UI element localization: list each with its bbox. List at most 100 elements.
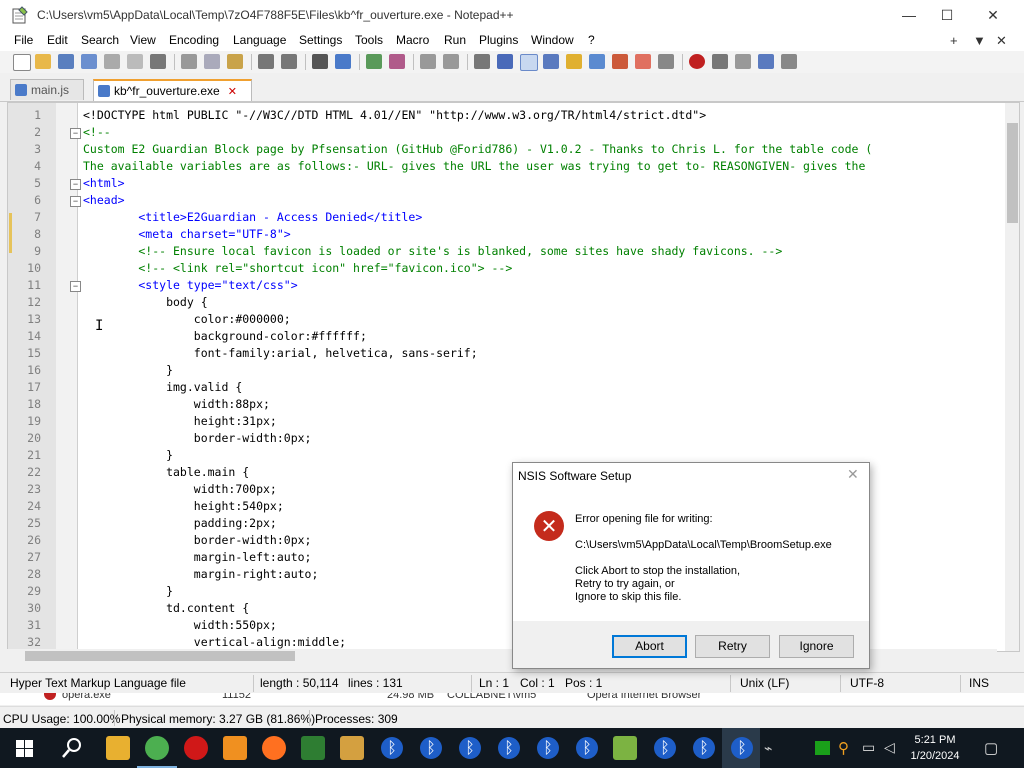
function-list-icon[interactable]: [612, 54, 628, 69]
menu-window[interactable]: Window: [531, 33, 574, 47]
firefox-icon[interactable]: [262, 736, 286, 760]
bluetooth-icon[interactable]: ᛒ: [498, 737, 520, 759]
bluetooth-icon[interactable]: ᛒ: [576, 737, 598, 759]
save-icon[interactable]: [58, 54, 74, 69]
code-line[interactable]: height:31px;: [83, 413, 277, 430]
monitoring-icon[interactable]: [658, 54, 674, 69]
code-line[interactable]: border-width:0px;: [83, 430, 312, 447]
open-file-icon[interactable]: [35, 54, 51, 69]
undo-icon[interactable]: [258, 54, 274, 69]
close-window-button[interactable]: ✕: [970, 0, 1016, 31]
menu-tools[interactable]: Tools: [355, 33, 383, 47]
fold-toggle-icon[interactable]: −: [70, 281, 81, 292]
windows-start-icon[interactable]: [16, 740, 33, 760]
bluetooth-icon[interactable]: ᛒ: [420, 737, 442, 759]
abort-button[interactable]: Abort: [612, 635, 687, 658]
code-line[interactable]: <title>E2Guardian - Access Denied</title…: [83, 209, 422, 226]
code-line[interactable]: img.valid {: [83, 379, 242, 396]
code-line[interactable]: <!-- Ensure local favicon is loaded or s…: [83, 243, 782, 260]
menu-plugins[interactable]: Plugins: [479, 33, 518, 47]
record-macro-icon[interactable]: [689, 54, 705, 69]
bluetooth-icon[interactable]: ᛒ: [459, 737, 481, 759]
fold-toggle-icon[interactable]: −: [70, 179, 81, 190]
fold-toggle-icon[interactable]: −: [70, 196, 81, 207]
code-line[interactable]: Custom E2 Guardian Block page by Pfsensa…: [83, 141, 872, 158]
code-line[interactable]: margin-right:auto;: [83, 566, 319, 583]
opera-taskbar-icon[interactable]: [184, 736, 208, 760]
maximize-button[interactable]: ☐: [924, 0, 970, 31]
zoom-out-icon[interactable]: [389, 54, 405, 69]
code-line[interactable]: td.content {: [83, 600, 249, 617]
code-line[interactable]: body {: [83, 294, 208, 311]
menu-edit[interactable]: Edit: [47, 33, 68, 47]
code-line[interactable]: color:#000000;: [83, 311, 291, 328]
code-line[interactable]: table.main {: [83, 464, 249, 481]
redo-icon[interactable]: [281, 54, 297, 69]
code-line[interactable]: margin-left:auto;: [83, 549, 312, 566]
run-macro-multiple-icon[interactable]: [758, 54, 774, 69]
menu-search[interactable]: Search: [81, 33, 119, 47]
code-line[interactable]: width:700px;: [83, 481, 277, 498]
network-disabled-icon[interactable]: ⌁: [764, 740, 784, 756]
bluetooth-icon[interactable]: ᛒ: [381, 737, 403, 759]
code-line[interactable]: The available variables are as follows:-…: [83, 158, 865, 175]
volume-muted-icon[interactable]: ◁: [884, 739, 895, 756]
print-icon[interactable]: [150, 54, 166, 69]
close-tab-icon[interactable]: ✕: [228, 85, 237, 98]
menu-language[interactable]: Language: [233, 33, 286, 47]
chrome-icon[interactable]: [137, 736, 177, 768]
udl-icon[interactable]: [543, 54, 559, 69]
tray-green-icon[interactable]: [815, 741, 830, 755]
code-line[interactable]: <!DOCTYPE html PUBLIC "-//W3C//DTD HTML …: [83, 107, 706, 124]
notepadpp-taskbar-icon[interactable]: [613, 736, 637, 760]
notification-icon[interactable]: ▢: [984, 739, 998, 757]
document-list-icon[interactable]: [589, 54, 605, 69]
menu-view[interactable]: View: [130, 33, 156, 47]
code-line[interactable]: padding:2px;: [83, 515, 277, 532]
network-icon[interactable]: ▭: [862, 739, 875, 756]
code-line[interactable]: background-color:#ffffff;: [83, 328, 367, 345]
code-line[interactable]: font-family:arial, helvetica, sans-serif…: [83, 345, 478, 362]
replace-icon[interactable]: [335, 54, 351, 69]
menu-file[interactable]: File: [14, 33, 33, 47]
notepadpp-app-icon[interactable]: [12, 6, 28, 24]
code-line[interactable]: <html>: [83, 175, 125, 192]
sync-vertical-icon[interactable]: [420, 54, 436, 69]
close-doc-button[interactable]: ✕: [996, 33, 1007, 49]
tab-list-dropdown[interactable]: ▼: [973, 33, 986, 48]
bluetooth-icon[interactable]: ᛒ: [731, 737, 753, 759]
code-line[interactable]: }: [83, 583, 173, 600]
taskbar-clock[interactable]: 5:21 PM 1/20/2024: [905, 732, 965, 764]
close-file-icon[interactable]: [104, 54, 120, 69]
close-all-icon[interactable]: [127, 54, 143, 69]
file-explorer-icon[interactable]: [106, 736, 130, 760]
bluetooth-icon[interactable]: ᛒ: [693, 737, 715, 759]
save-macro-icon[interactable]: [781, 54, 797, 69]
show-all-chars-icon[interactable]: [497, 54, 513, 69]
tab-main-js[interactable]: main.js: [10, 79, 84, 100]
copy-icon[interactable]: [204, 54, 220, 69]
play-macro-icon[interactable]: [735, 54, 751, 69]
menu-settings[interactable]: Settings: [299, 33, 342, 47]
broom-icon[interactable]: [340, 736, 364, 760]
code-line[interactable]: <head>: [83, 192, 125, 209]
indent-guide-icon[interactable]: [520, 54, 538, 71]
tray-search-icon[interactable]: ⚲: [838, 739, 849, 757]
code-line[interactable]: <style type="text/css">: [83, 277, 297, 294]
new-tab-button[interactable]: +: [950, 33, 958, 48]
vertical-scroll-thumb[interactable]: [1007, 123, 1018, 223]
code-line[interactable]: }: [83, 447, 173, 464]
code-line[interactable]: <!-- <link rel="shortcut icon" href="fav…: [83, 260, 512, 277]
save-all-icon[interactable]: [81, 54, 97, 69]
zoom-in-icon[interactable]: [366, 54, 382, 69]
fold-toggle-icon[interactable]: −: [70, 128, 81, 139]
code-line[interactable]: width:88px;: [83, 396, 270, 413]
horizontal-scroll-thumb[interactable]: [25, 651, 295, 661]
search-tool-icon[interactable]: [223, 736, 247, 760]
code-line[interactable]: <!--: [83, 124, 111, 141]
paste-icon[interactable]: [227, 54, 243, 69]
dialog-close-icon[interactable]: ✕: [847, 466, 859, 483]
task-manager-icon[interactable]: [301, 736, 325, 760]
tab-kb-fr-ouverture[interactable]: kb^fr_ouverture.exe ✕: [93, 79, 252, 101]
sync-horizontal-icon[interactable]: [443, 54, 459, 69]
